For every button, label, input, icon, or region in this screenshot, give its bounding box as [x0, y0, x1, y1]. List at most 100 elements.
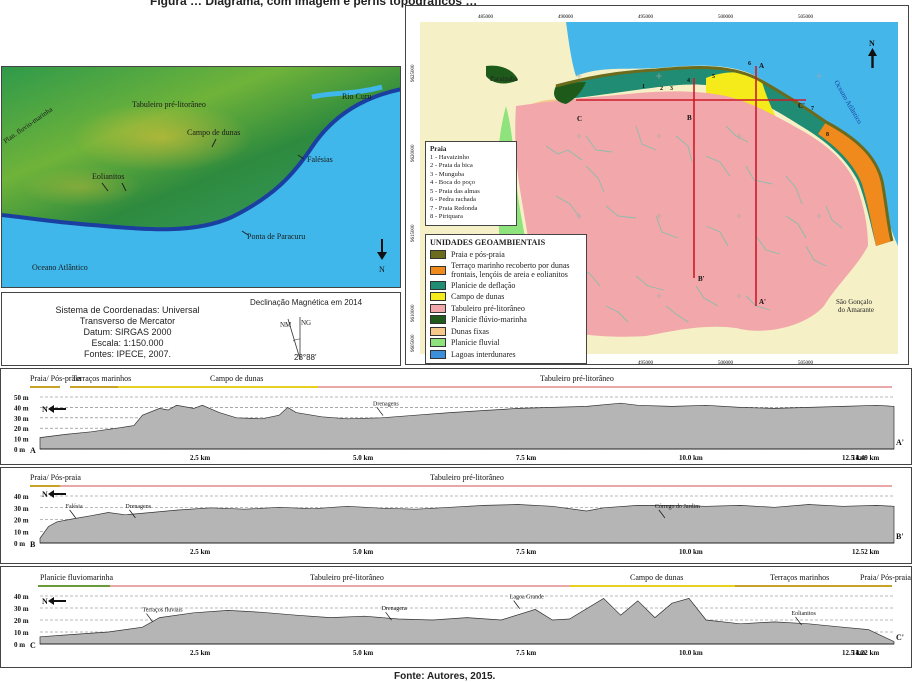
figure-source: Fonte: Autores, 2015.: [394, 671, 496, 682]
beach-number-8: 8: [826, 132, 829, 138]
profile-x-tick: 5.0 km: [353, 454, 373, 462]
profile-x-tick: 7.5 km: [516, 649, 536, 657]
declination-value: 23°88': [294, 353, 317, 362]
profile-label-a2: A': [759, 298, 766, 306]
praia-list-item: 2 - Praia da bica: [430, 162, 473, 169]
profile-y-tick: 30 m: [14, 505, 29, 513]
relief-map-panel: Tabuleiro pré-litorâneo Rio Curu Campo d…: [1, 66, 401, 288]
top-coord-4: 500000: [718, 15, 734, 20]
left-coord-5: 9605000: [411, 334, 416, 352]
profile-unit-label: Praia/ Pós-praia: [860, 573, 911, 582]
profile-north-label: N: [42, 597, 48, 606]
relief-image: Tabuleiro pré-litorâneo Rio Curu Campo d…: [2, 67, 400, 287]
praia-list-item: 4 - Boca do poço: [430, 179, 476, 186]
relief-label-falesias: Falésias: [307, 155, 333, 164]
ng-label: NG: [301, 319, 311, 327]
coord-system: Sistema de Coordenadas: Universal: [55, 305, 200, 315]
profile-x-end: 14.22 km: [852, 649, 879, 657]
profile-annotation: Drenagens: [125, 504, 151, 510]
declination-title: Declinação Magnética em 2014: [250, 298, 363, 307]
left-coord-3: 9615000: [411, 224, 416, 242]
legend-label: Praia e pós-praia: [451, 250, 505, 260]
map-info-panel: Sistema de Coordenadas: Universal Transv…: [1, 292, 401, 366]
profile-label-b2: B': [698, 275, 705, 283]
profile-start-letter: C: [30, 641, 36, 650]
legend-swatch: [430, 315, 446, 325]
profile-x-tick: 7.5 km: [516, 454, 536, 462]
relief-label-ocean: Oceano Atlântico: [32, 263, 88, 272]
units-legend-item: Planície fluvial: [430, 337, 582, 349]
legend-label: Planície fluvial: [451, 338, 500, 348]
legend-swatch: [430, 326, 446, 336]
profile-start-letter: B: [30, 540, 36, 549]
profile-y-tick: 40 m: [14, 493, 29, 501]
coordinate-info: Sistema de Coordenadas: Universal Transv…: [40, 305, 215, 360]
profile-annotation: Lagoa Grande: [510, 595, 544, 601]
legend-swatch: [430, 265, 446, 275]
legend-label: Terraço marinho recoberto por dunas fron…: [451, 261, 570, 279]
units-legend-item: Planície flúvio-marinha: [430, 314, 582, 326]
profile-unit-label: Praia/ Pós-praia: [30, 473, 81, 482]
profile-unit-label: Tabuleiro pré-litorâneo: [540, 374, 614, 383]
place-sao-goncalo-1: São Gonçalo: [836, 298, 872, 306]
units-legend-item: Campo de dunas: [430, 291, 582, 303]
beach-number-1: 1: [642, 84, 645, 90]
beach-number-4: 4: [687, 78, 690, 84]
top-coord-1: 485000: [478, 15, 494, 20]
profile-a-chart: Praia/ Pós-praiaTerraços marinhos Campo d…: [0, 368, 912, 465]
profile-y-tick: 40 m: [14, 404, 29, 412]
top-coord-3: 495000: [638, 15, 654, 20]
left-coord-2: 9620000: [411, 144, 416, 162]
profile-y-tick: 0 m: [14, 446, 25, 454]
beach-number-2: 2: [660, 86, 663, 92]
units-legend-item: Praia e pós-praia: [430, 249, 582, 261]
relief-label-campo-dunas: Campo de dunas: [187, 128, 240, 137]
profile-y-tick: 30 m: [14, 415, 29, 423]
praia-list: Praia 1 - Havaizinho 2 - Praia da bica 3 -…: [425, 141, 517, 226]
praia-list-title: Praia: [430, 145, 447, 153]
nm-label: NM: [280, 321, 292, 329]
bottom-coord-3: 495000: [638, 361, 654, 365]
relief-label-rio-curu: Rio Curu: [342, 92, 372, 101]
profile-unit-label: Tabuleiro pré-litorâneo: [430, 473, 504, 482]
profile-x-tick: 10.0 km: [679, 548, 703, 556]
profile-x-end: 14.49 km: [852, 454, 879, 462]
legend-swatch: [430, 280, 446, 290]
profile-annotation: Córrego do Jardim: [655, 504, 700, 510]
left-coord-1: 9625000: [411, 64, 416, 82]
praia-list-item: 3 - Munguba: [430, 170, 465, 178]
profile-unit-label: Tabuleiro pré-litorâneo: [310, 573, 384, 582]
datum: Datum: SIRGAS 2000: [83, 327, 172, 337]
bottom-coord-4: 500000: [718, 361, 734, 365]
projection: Transverso de Mercator: [79, 316, 176, 326]
place-paraipaba: Paraipaba: [490, 75, 518, 83]
beach-number-5: 5: [712, 74, 715, 80]
info-sources: Fontes: IPECE, 2007.: [83, 349, 172, 359]
profile-x-tick: 10.0 km: [679, 454, 703, 462]
profile-annotation: Drenagens: [382, 606, 408, 612]
place-sao-goncalo-2: do Amarante: [838, 306, 874, 314]
units-legend-title: UNIDADES GEOAMBIENTAIS: [430, 238, 546, 247]
units-legend-item: Terraço marinho recoberto por dunas fron…: [430, 261, 582, 280]
profile-b-chart: Praia/ Pós-praia Tabuleiro pré-litorâneo 4…: [0, 467, 912, 564]
profile-x-tick: 2.5 km: [190, 454, 210, 462]
profile-end-letter: C': [896, 633, 904, 642]
profile-y-tick: 30 m: [14, 605, 29, 613]
beach-number-7: 7: [811, 106, 814, 112]
profile-y-tick: 10 m: [14, 629, 29, 637]
legend-swatch: [430, 250, 446, 260]
profile-x-tick: 2.5 km: [190, 649, 210, 657]
profile-x-end: 12.52 km: [852, 548, 879, 556]
profile-x-tick: 5.0 km: [353, 548, 373, 556]
profile-label-c: C: [577, 115, 582, 123]
beach-number-3: 3: [670, 86, 673, 92]
profile-y-tick: 50 m: [14, 394, 29, 402]
profile-y-tick: 40 m: [14, 593, 29, 601]
profile-y-tick: 20 m: [14, 425, 29, 433]
profile-unit-label: Campo de dunas: [630, 573, 683, 582]
units-legend-item: Planície de deflação: [430, 280, 582, 292]
profile-label-b: B: [687, 114, 692, 122]
profile-y-tick: 10 m: [14, 436, 29, 444]
profile-annotation: Falésia: [66, 504, 83, 510]
legend-label: Planície de deflação: [451, 280, 516, 290]
